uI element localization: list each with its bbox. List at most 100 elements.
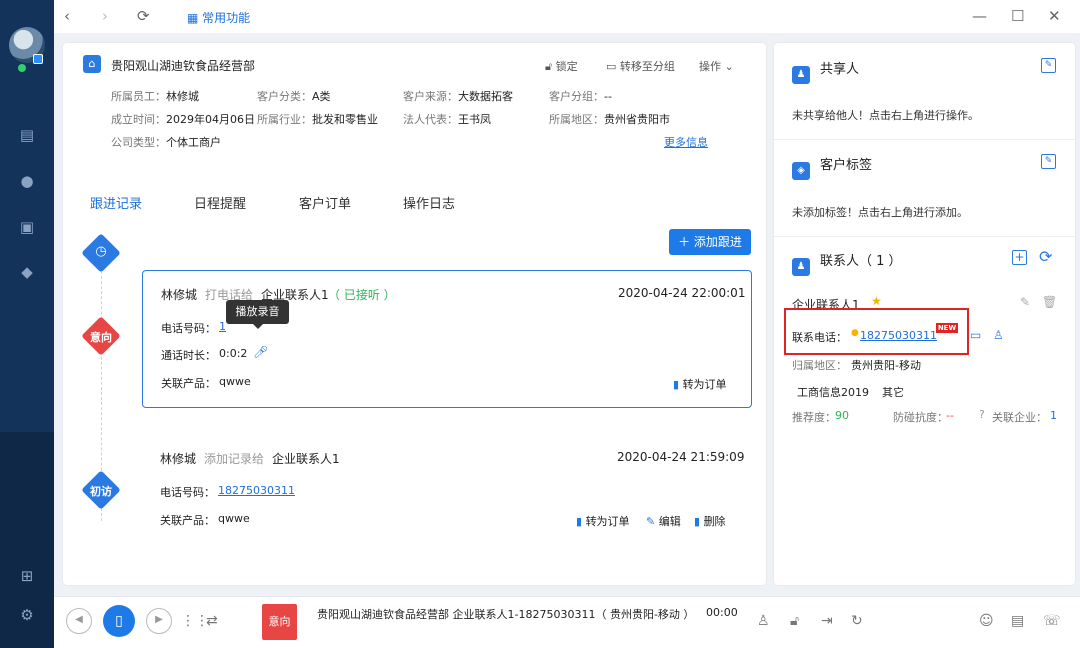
cube-icon[interactable]: ◆ (18, 263, 36, 281)
to-order-label: 转为订单 (585, 515, 630, 528)
tag-title: 客户标签 (820, 158, 873, 173)
edit-tag-icon[interactable]: ✎ (1041, 154, 1056, 169)
intent-badge: 意向 (262, 604, 297, 640)
record-action: 添加记录给 (204, 452, 265, 466)
chart-icon[interactable]: ▤ (18, 126, 36, 144)
minimize-icon[interactable]: — (972, 8, 987, 24)
tab-schedule[interactable]: 日程提醒 (194, 193, 246, 212)
pencil-icon: ✎ (646, 515, 659, 528)
close-icon[interactable]: ✕ (1048, 8, 1061, 24)
message-icon[interactable]: ▭ (970, 328, 981, 342)
call-bar: ◀ ▯ ▶ ⋮⋮ ⇄ 意向 贵阳观山湖迪钦食品经营部 企业联系人1-182750… (54, 596, 1080, 648)
phone-label: 电话号码： (160, 486, 215, 499)
delete-contact-icon[interactable]: 🗑︎ (1042, 295, 1057, 309)
device-badge-icon (33, 54, 43, 64)
related-value[interactable]: 1 (1050, 409, 1057, 422)
to-order-label: 转为订单 (682, 378, 727, 391)
tab-orders[interactable]: 客户订单 (299, 193, 351, 212)
refresh-icon[interactable]: ⟳ (137, 8, 150, 24)
record-user: 林修城 (160, 452, 197, 466)
more-info-link[interactable]: 更多信息 (664, 134, 708, 150)
microphone-icon[interactable]: 🎤︎ (253, 345, 268, 359)
move-group-button[interactable]: ▭ 转移至分组 (606, 58, 675, 74)
to-order-button[interactable]: ▮ 转为订单 (576, 513, 630, 529)
robot-icon[interactable]: ☺ (979, 613, 994, 629)
user-icon[interactable]: ● (18, 172, 36, 190)
clipboard-icon[interactable]: ▣ (18, 218, 36, 236)
field-label: 公司类型： (111, 136, 166, 149)
transfer-user-icon[interactable]: ♙ (757, 613, 770, 629)
add-contact-icon[interactable]: + (1012, 250, 1027, 265)
recommend-value: 90 (835, 409, 849, 422)
operate-dropdown[interactable]: 操作 ⌄ (699, 58, 734, 74)
delete-button[interactable]: ▮ 删除 (694, 513, 726, 529)
forward-icon[interactable]: › (102, 8, 108, 24)
related-label: 关联企业： (992, 411, 1047, 424)
export-icon[interactable]: ⇥ (821, 613, 833, 629)
add-user-icon[interactable]: ♙ (993, 328, 1004, 342)
settings-gear-icon[interactable]: ⚙ (18, 606, 36, 624)
online-status-icon (18, 64, 26, 72)
status-dot-icon: ● (851, 328, 859, 338)
apps-grid-icon[interactable]: ⊞ (18, 567, 36, 585)
star-icon[interactable]: ★ (871, 294, 882, 308)
other-tag[interactable]: 其它 (882, 384, 904, 400)
contact-phone-link[interactable]: 18275030311 (860, 329, 937, 342)
lock-icon: 🔓︎ (545, 60, 556, 73)
field-label: 所属地区： (549, 113, 604, 126)
phone-link[interactable]: 18275030311 (218, 484, 295, 497)
field-label: 所属行业： (257, 113, 312, 126)
add-followup-button[interactable]: ＋ 添加跟进 (669, 229, 751, 255)
favorites-grid-icon: ▦ (187, 11, 203, 25)
dialpad-icon[interactable]: ⋮⋮ (181, 613, 209, 629)
maximize-icon[interactable]: ☐ (1011, 8, 1024, 24)
region-value: 贵州贵阳-移动 (851, 359, 921, 372)
field-label: 客户来源： (403, 90, 458, 103)
tag-header: ◈ 客户标签 (792, 154, 872, 180)
field-label: 客户分类： (257, 90, 312, 103)
edit-button[interactable]: ✎ 编辑 (646, 513, 681, 529)
edit-share-icon[interactable]: ✎ (1041, 58, 1056, 73)
switch-icon[interactable]: ⇄ (206, 613, 218, 629)
next-icon[interactable]: ▶ (146, 608, 172, 634)
company-name: 贵阳观山湖迪钦食品经营部 (111, 59, 256, 73)
divider (774, 236, 1075, 237)
share-title: 共享人 (820, 62, 860, 77)
edit-contact-icon[interactable]: ✎ (1020, 295, 1030, 309)
field-company-type: 公司类型：个体工商户 (111, 134, 221, 150)
side-info-panel: ♟ 共享人 ✎ 未共享给他人！点击右上角进行操作。 ◈ 客户标签 ✎ 未添加标签！点… (774, 43, 1075, 585)
field-source: 客户来源：大数据拓客 (403, 88, 513, 104)
call-log-icon[interactable]: ☏ (1043, 613, 1061, 629)
phone-link[interactable]: 1 (219, 320, 226, 333)
call-timer: 00:00 (706, 606, 738, 619)
new-badge: NEW (936, 323, 958, 333)
record-time: 2020-04-24 21:59:09 (617, 450, 745, 464)
field-value: 大数据拓客 (458, 90, 513, 103)
sync-icon[interactable]: ⟳ (1039, 247, 1052, 266)
back-icon[interactable]: ‹ (64, 8, 70, 24)
share-empty-text: 未共享给他人！点击右上角进行操作。 (792, 109, 979, 122)
prev-icon[interactable]: ◀ (66, 608, 92, 634)
followup-record-card[interactable]: 林修城 添加记录给 企业联系人1 2020-04-24 21:59:09 电话号… (142, 436, 752, 536)
folder-icon: ▭ (606, 60, 620, 73)
contact-icon: ♟ (792, 258, 810, 276)
product-label: 关联产品： (161, 377, 216, 390)
edit-label: 编辑 (658, 515, 681, 528)
followup-record-card[interactable]: 林修城 打电话给 企业联系人1 （ 已接听 ） 2020-04-24 22:00… (142, 270, 752, 408)
field-label: 成立时间： (111, 113, 166, 126)
lock-button[interactable]: 🔓︎ 锁定 (545, 58, 578, 74)
tab-followup[interactable]: 跟进记录 (90, 193, 142, 212)
phone-icon[interactable]: ▯ (103, 605, 135, 637)
favorites-button[interactable]: ▦ 常用功能 (187, 9, 250, 26)
tag-empty-text: 未添加标签！点击右上角进行添加。 (792, 206, 968, 219)
tab-oplog[interactable]: 操作日志 (403, 193, 455, 212)
business-info-tag[interactable]: 工商信息2019 (797, 384, 869, 400)
repeat-icon[interactable]: ↻ (851, 613, 863, 629)
field-value: -- (604, 90, 612, 103)
order-icon: ▮ (576, 515, 586, 528)
field-value: 个体工商户 (166, 136, 221, 149)
unlock-icon[interactable]: 🔓︎ (790, 613, 799, 629)
notes-icon[interactable]: ▤ (1011, 613, 1024, 629)
recommend-label: 推荐度： (792, 411, 836, 424)
to-order-button[interactable]: ▮ 转为订单 (673, 376, 727, 392)
